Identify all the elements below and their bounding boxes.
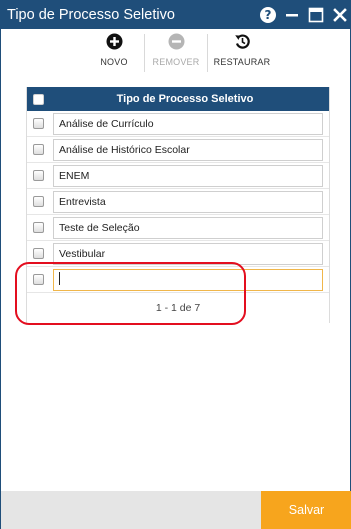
row-check-cell bbox=[27, 144, 49, 155]
novo-button[interactable]: NOVO bbox=[97, 33, 131, 75]
maximize-button[interactable] bbox=[304, 0, 328, 29]
table-row: Análise de Currículo bbox=[27, 111, 329, 137]
close-button[interactable] bbox=[328, 0, 351, 29]
row-value-field[interactable]: Análise de Histórico Escolar bbox=[53, 138, 323, 161]
row-check-cell bbox=[27, 170, 49, 181]
table-row: Entrevista bbox=[27, 189, 329, 215]
minimize-button[interactable] bbox=[280, 0, 304, 29]
remover-button[interactable]: REMOVER bbox=[151, 33, 201, 75]
restore-icon bbox=[234, 34, 250, 49]
minimize-icon bbox=[286, 13, 298, 16]
row-checkbox[interactable] bbox=[32, 118, 44, 129]
restaurar-button[interactable]: RESTAURAR bbox=[213, 33, 271, 75]
row-check-cell bbox=[27, 196, 49, 207]
title-bar: Tipo de Processo Seletivo ? bbox=[1, 0, 351, 29]
save-button[interactable]: Salvar bbox=[261, 491, 351, 529]
help-button[interactable]: ? bbox=[256, 0, 280, 29]
row-checkbox[interactable] bbox=[32, 196, 44, 207]
row-checkbox[interactable] bbox=[32, 170, 44, 181]
grid-header: Tipo de Processo Seletivo bbox=[27, 87, 329, 111]
window-title: Tipo de Processo Seletivo bbox=[7, 6, 175, 23]
row-check-cell bbox=[27, 248, 49, 259]
table-row: Análise de Histórico Escolar bbox=[27, 137, 329, 163]
toolbar-divider bbox=[144, 34, 145, 72]
save-label: Salvar bbox=[288, 503, 325, 517]
row-checkbox[interactable] bbox=[32, 248, 44, 259]
select-all-checkbox[interactable] bbox=[32, 93, 44, 105]
plus-circle-icon bbox=[106, 33, 122, 50]
remover-label: REMOVER bbox=[152, 57, 200, 67]
row-value-field[interactable]: Teste de Seleção bbox=[53, 216, 323, 239]
row-checkbox[interactable] bbox=[32, 222, 44, 233]
row-check-cell bbox=[27, 222, 49, 233]
highlight-annotation bbox=[15, 262, 246, 325]
toolbar: NOVO REMOVER RESTAURAR bbox=[1, 29, 351, 79]
row-check-cell bbox=[27, 118, 49, 129]
restaurar-label: RESTAURAR bbox=[213, 57, 271, 67]
column-header: Tipo de Processo Seletivo bbox=[116, 93, 254, 105]
help-icon: ? bbox=[260, 6, 276, 23]
row-value-field[interactable]: Entrevista bbox=[53, 190, 323, 213]
maximize-icon bbox=[308, 7, 324, 22]
window-controls: ? bbox=[256, 0, 351, 29]
row-value-field[interactable]: Análise de Currículo bbox=[53, 112, 323, 135]
row-checkbox[interactable] bbox=[32, 144, 44, 155]
minus-circle-icon bbox=[168, 33, 184, 50]
table-row: Teste de Seleção bbox=[27, 215, 329, 241]
footer-bar: Salvar bbox=[1, 491, 351, 529]
close-icon bbox=[333, 7, 347, 22]
select-all-cell bbox=[27, 93, 49, 105]
table-row: ENEM bbox=[27, 163, 329, 189]
dialog-window: Tipo de Processo Seletivo ? NOVO REMOVER… bbox=[0, 0, 351, 529]
row-value-field[interactable]: ENEM bbox=[53, 164, 323, 187]
toolbar-divider bbox=[207, 34, 208, 72]
novo-label: NOVO bbox=[100, 57, 128, 67]
